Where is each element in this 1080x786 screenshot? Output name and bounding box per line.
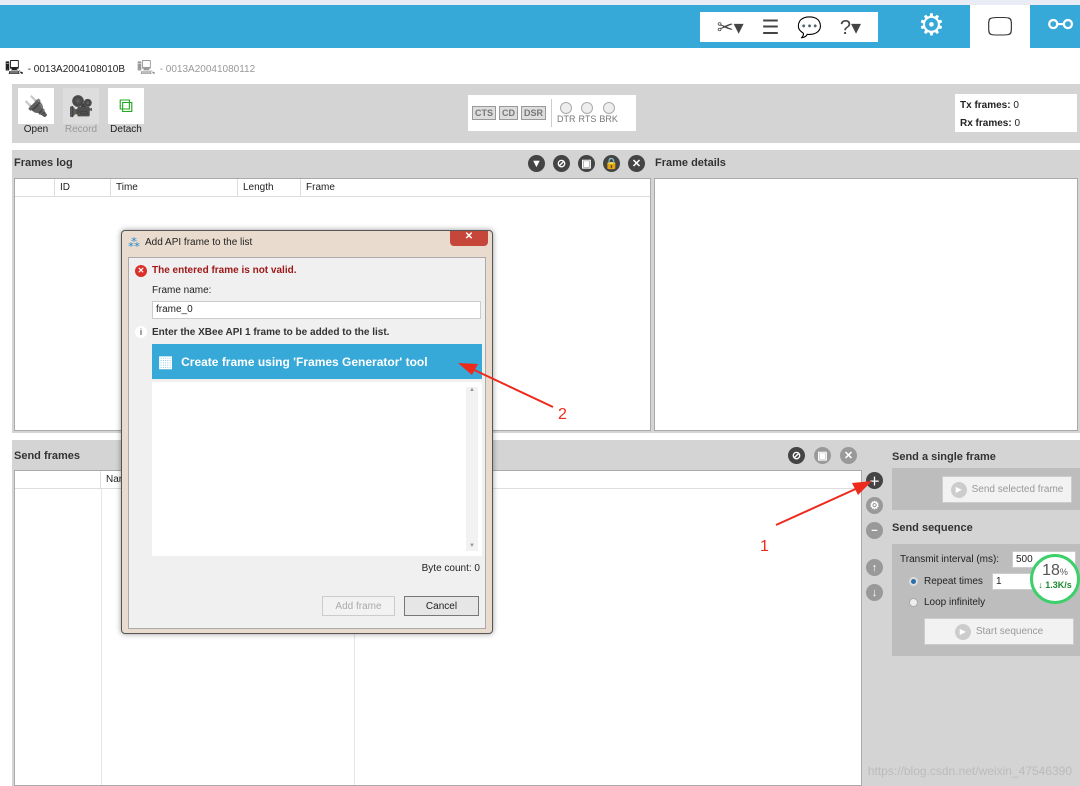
arrow-1 bbox=[775, 486, 861, 526]
watermark: https://blog.csdn.net/weixin_47546390 bbox=[867, 764, 1072, 778]
annotation-arrows bbox=[458, 363, 872, 526]
arrow-2-head bbox=[458, 363, 478, 375]
annotation-2: 2 bbox=[558, 406, 567, 423]
annotation-1: 1 bbox=[760, 538, 769, 555]
arrow-2 bbox=[469, 367, 554, 408]
arrow-1-head bbox=[852, 481, 872, 495]
